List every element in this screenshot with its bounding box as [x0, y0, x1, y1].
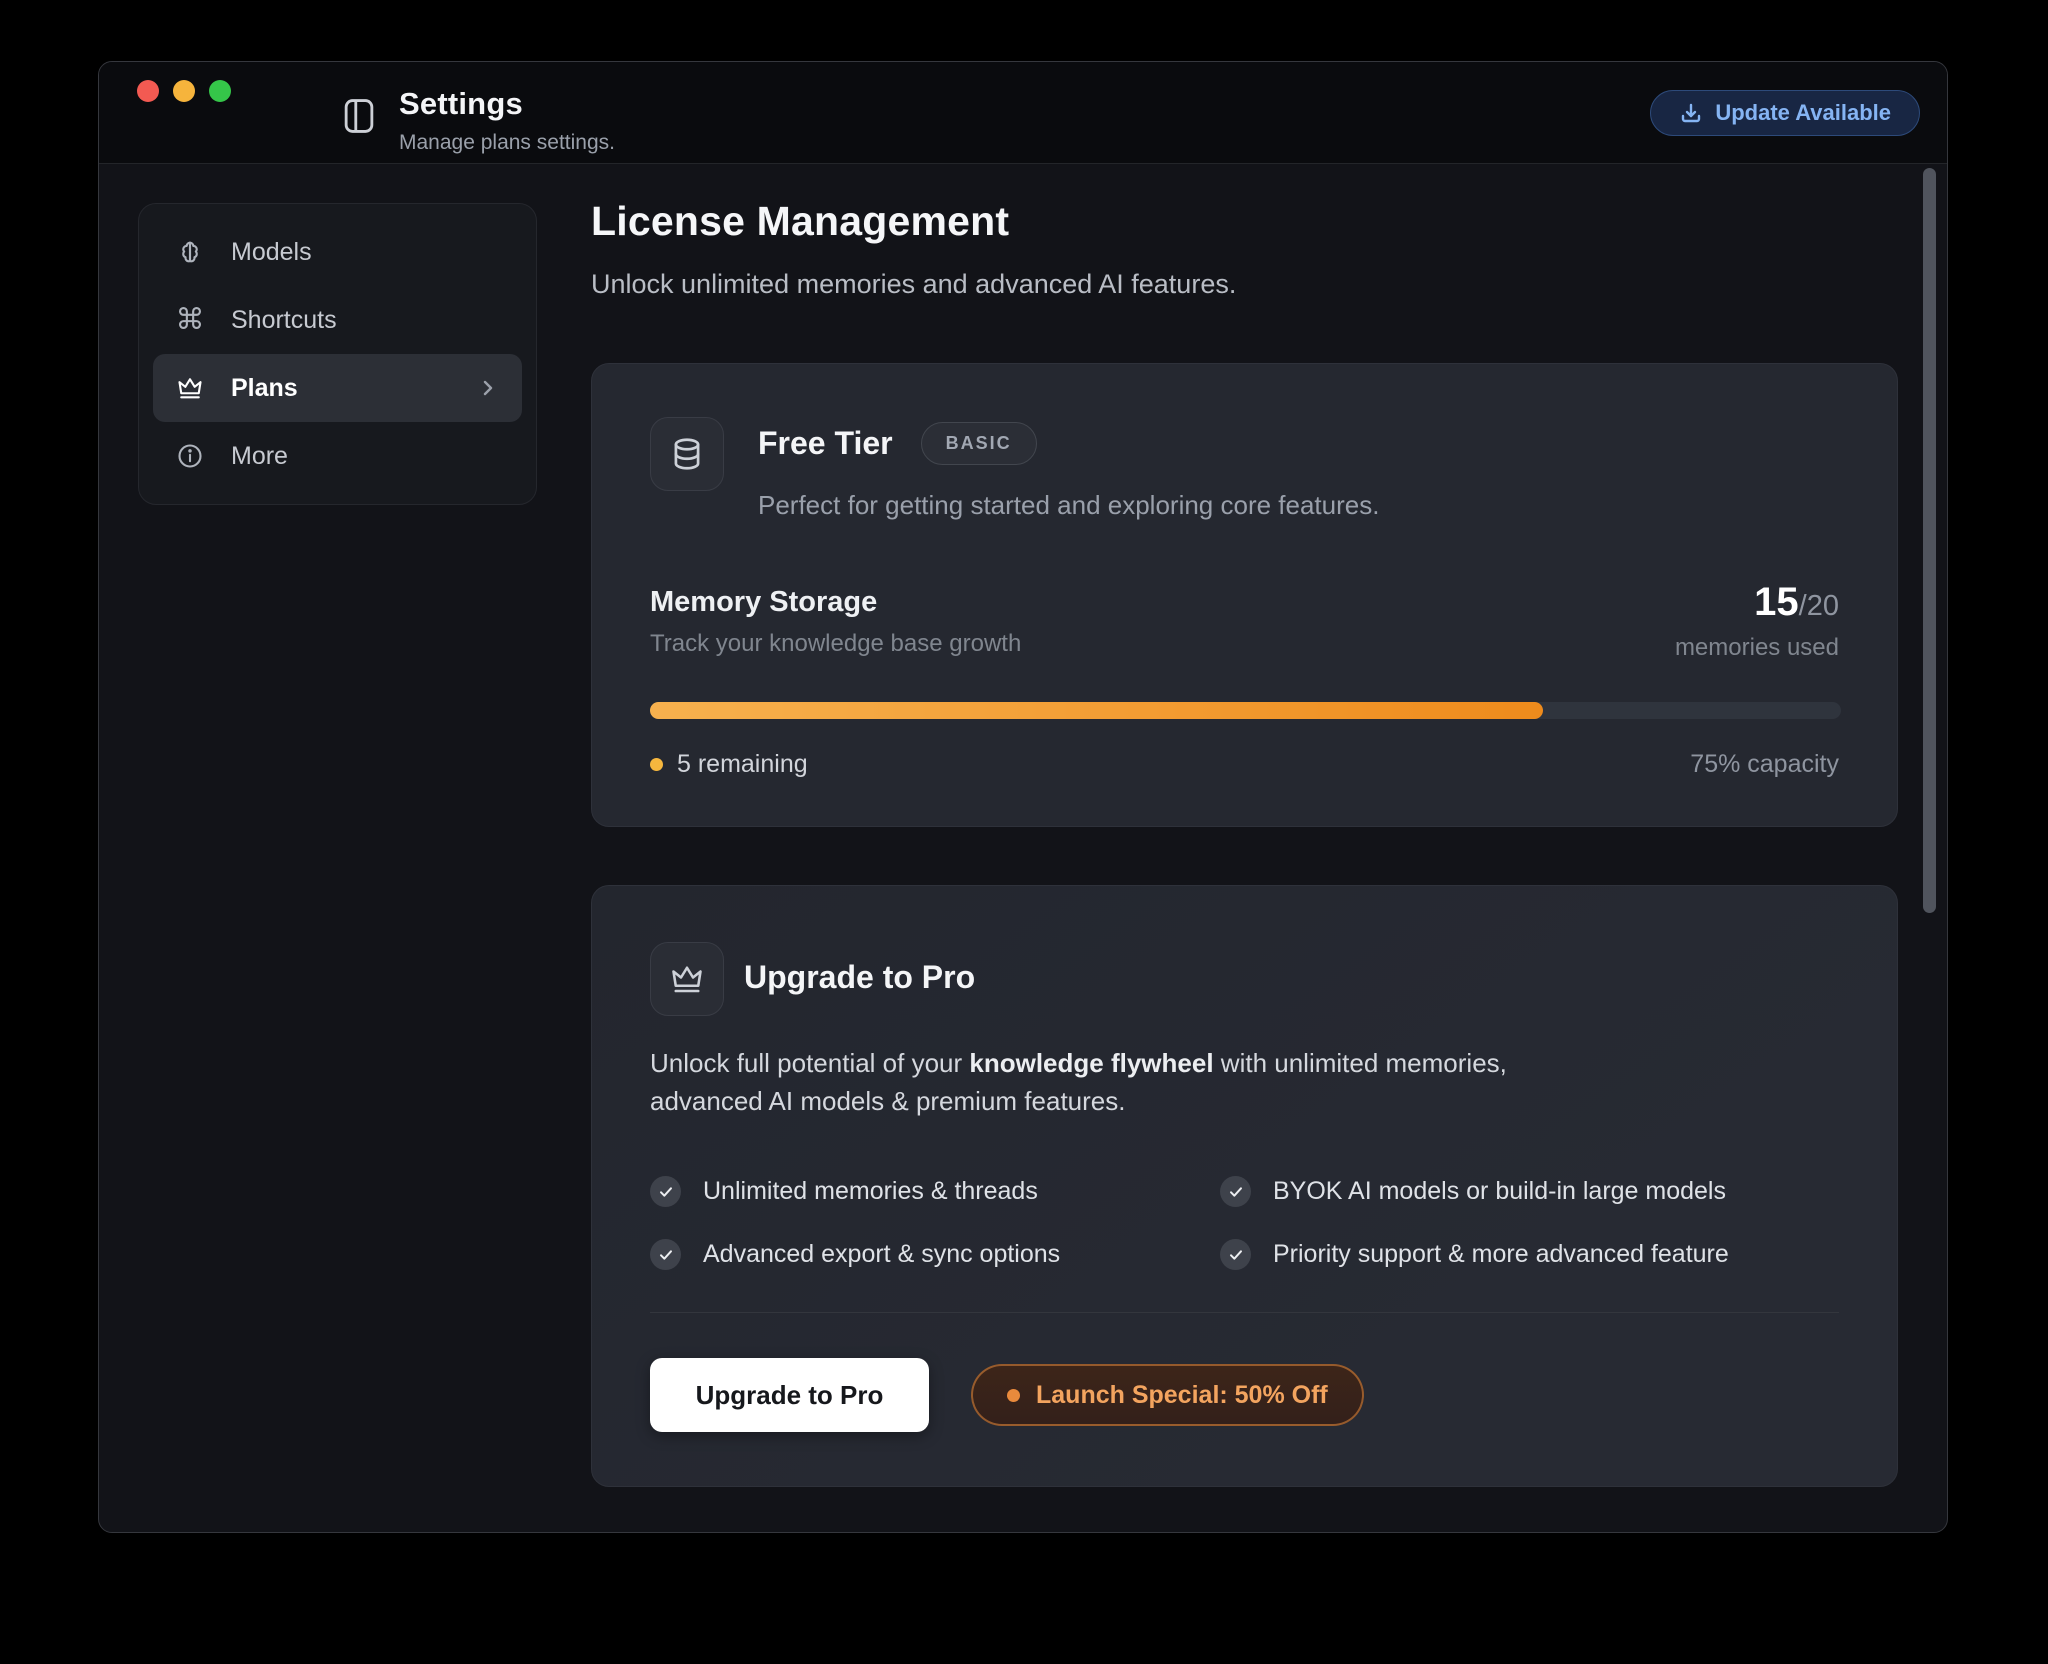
- upgrade-pro-title: Upgrade to Pro: [744, 959, 975, 996]
- page-title: License Management: [591, 198, 1898, 245]
- window-subtitle: Manage plans settings.: [399, 131, 615, 155]
- titlebar-text: Settings Manage plans settings.: [399, 86, 615, 155]
- update-available-button[interactable]: Update Available: [1650, 90, 1920, 136]
- basic-badge: BASIC: [921, 422, 1037, 465]
- close-window-button[interactable]: [137, 80, 159, 102]
- feature-item: Unlimited memories & threads: [650, 1176, 1220, 1207]
- page-subtitle: Unlock unlimited memories and advanced A…: [591, 269, 1898, 300]
- free-tier-title: Free Tier: [758, 425, 893, 462]
- divider: [650, 1312, 1839, 1313]
- sidebar-item-label: Models: [231, 238, 312, 267]
- chevron-right-icon: [476, 376, 500, 400]
- orange-dot-icon: [1007, 1389, 1020, 1402]
- window-title: Settings: [399, 86, 615, 122]
- scrollbar-thumb[interactable]: [1923, 168, 1936, 913]
- free-tier-card: Free Tier BASIC Perfect for getting star…: [591, 363, 1898, 827]
- orange-dot-icon: [650, 758, 663, 771]
- brain-icon: [175, 238, 205, 266]
- settings-window: Settings Manage plans settings. Update A…: [98, 61, 1948, 1533]
- sidebar-item-models[interactable]: Models: [153, 218, 522, 286]
- zoom-window-button[interactable]: [209, 80, 231, 102]
- command-icon: ⌘: [175, 306, 205, 335]
- database-icon: [650, 417, 724, 491]
- check-icon: [650, 1176, 681, 1207]
- sidebar-item-plans[interactable]: Plans: [153, 354, 522, 422]
- feature-label: Priority support & more advanced feature: [1273, 1240, 1729, 1269]
- memory-progress-footer: 5 remaining 75% capacity: [650, 750, 1839, 779]
- free-tier-description: Perfect for getting started and explorin…: [758, 490, 1379, 521]
- sidebar-item-label: More: [231, 442, 288, 471]
- memory-storage-subtitle: Track your knowledge base growth: [650, 630, 1021, 658]
- feature-label: Advanced export & sync options: [703, 1240, 1060, 1269]
- sidebar-item-shortcuts[interactable]: ⌘ Shortcuts: [153, 286, 522, 354]
- memory-storage-title: Memory Storage: [650, 586, 877, 619]
- memories-total-value: /20: [1799, 590, 1839, 622]
- check-icon: [1220, 1239, 1251, 1270]
- capacity-label: 75% capacity: [1690, 750, 1839, 779]
- upgrade-pro-card: Upgrade to Pro Unlock full potential of …: [591, 885, 1898, 1487]
- main-content: License Management Unlock unlimited memo…: [591, 198, 1898, 300]
- launch-special-label: Launch Special: 50% Off: [1036, 1381, 1328, 1410]
- launch-special-badge[interactable]: Launch Special: 50% Off: [971, 1364, 1364, 1426]
- feature-list: Unlimited memories & threads BYOK AI mod…: [650, 1176, 1841, 1270]
- sidebar-item-more[interactable]: More: [153, 422, 522, 490]
- sidebar-item-label: Shortcuts: [231, 306, 337, 335]
- feature-item: Priority support & more advanced feature: [1220, 1239, 1841, 1270]
- feature-label: BYOK AI models or build-in large models: [1273, 1177, 1726, 1206]
- cta-row: Upgrade to Pro Launch Special: 50% Off: [650, 1358, 1364, 1432]
- memory-progress-fill: [650, 702, 1543, 719]
- remaining-label: 5 remaining: [677, 750, 808, 779]
- remaining-indicator: 5 remaining: [650, 750, 808, 779]
- traffic-lights: [137, 80, 231, 102]
- crown-icon: [175, 374, 205, 402]
- memories-used-value: 15: [1754, 580, 1799, 624]
- feature-item: BYOK AI models or build-in large models: [1220, 1176, 1841, 1207]
- update-available-label: Update Available: [1715, 100, 1891, 126]
- feature-item: Advanced export & sync options: [650, 1239, 1220, 1270]
- settings-sidebar: Models ⌘ Shortcuts Plans: [138, 203, 537, 505]
- check-icon: [650, 1239, 681, 1270]
- check-icon: [1220, 1176, 1251, 1207]
- sidebar-panel-icon: [343, 98, 375, 134]
- minimize-window-button[interactable]: [173, 80, 195, 102]
- sidebar-item-label: Plans: [231, 374, 298, 403]
- upgrade-pro-description: Unlock full potential of your knowledge …: [650, 1044, 1580, 1120]
- download-icon: [1679, 101, 1703, 125]
- info-icon: [175, 442, 205, 470]
- feature-label: Unlimited memories & threads: [703, 1177, 1038, 1206]
- free-tier-header: Free Tier BASIC: [758, 422, 1037, 465]
- titlebar: Settings Manage plans settings. Update A…: [99, 62, 1947, 164]
- memories-used-caption: memories used: [1675, 634, 1839, 662]
- crown-icon: [650, 942, 724, 1016]
- toggle-sidebar-button[interactable]: [343, 98, 375, 134]
- memory-progress-bar: [650, 702, 1841, 719]
- knowledge-flywheel-bold: knowledge flywheel: [969, 1048, 1213, 1078]
- memory-count: 15/20: [1754, 580, 1839, 625]
- upgrade-to-pro-button[interactable]: Upgrade to Pro: [650, 1358, 929, 1432]
